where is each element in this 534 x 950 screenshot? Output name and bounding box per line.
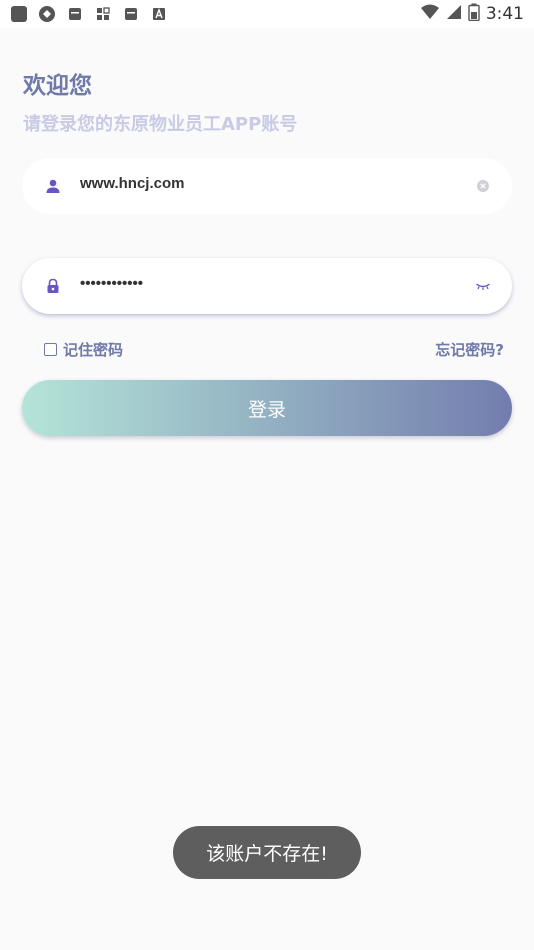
status-bar-system: 3:41: [420, 3, 524, 25]
password-field[interactable]: ••••••••••••: [22, 258, 512, 314]
remember-password-label[interactable]: 记住密码: [63, 339, 123, 360]
grid-app-icon: [94, 5, 112, 23]
battery-icon: [468, 3, 480, 25]
status-bar-notifications: [10, 5, 168, 23]
user-icon: [44, 177, 62, 195]
status-clock: 3:41: [485, 4, 524, 24]
vpn-icon: [38, 5, 56, 23]
wifi-icon: [420, 4, 440, 24]
eye-closed-icon[interactable]: [474, 277, 492, 295]
remember-password-row[interactable]: 记住密码: [44, 339, 123, 360]
clear-icon[interactable]: [474, 177, 492, 195]
app-square-icon: [10, 5, 28, 23]
page-subtitle: 请登录您的东原物业员工APP账号: [23, 114, 298, 135]
error-toast: 该账户不存在!: [173, 826, 361, 879]
login-button[interactable]: 登录: [22, 380, 512, 436]
page-title: 欢迎您: [23, 73, 92, 99]
signal-icon: [446, 4, 462, 24]
font-a-icon: [150, 5, 168, 23]
message-icon: [66, 5, 84, 23]
status-bar: 3:41: [0, 0, 534, 28]
forgot-password-link[interactable]: 忘记密码?: [435, 339, 504, 360]
remember-password-checkbox[interactable]: [44, 343, 57, 356]
username-input[interactable]: www.hncj.com: [80, 175, 184, 192]
password-input[interactable]: ••••••••••••: [80, 275, 143, 292]
lock-icon: [44, 277, 62, 295]
login-screen: 3:41 欢迎您 请登录您的东原物业员工APP账号 www.hncj.com •…: [0, 0, 534, 950]
username-field[interactable]: www.hncj.com: [22, 158, 512, 214]
mail-icon: [122, 5, 140, 23]
